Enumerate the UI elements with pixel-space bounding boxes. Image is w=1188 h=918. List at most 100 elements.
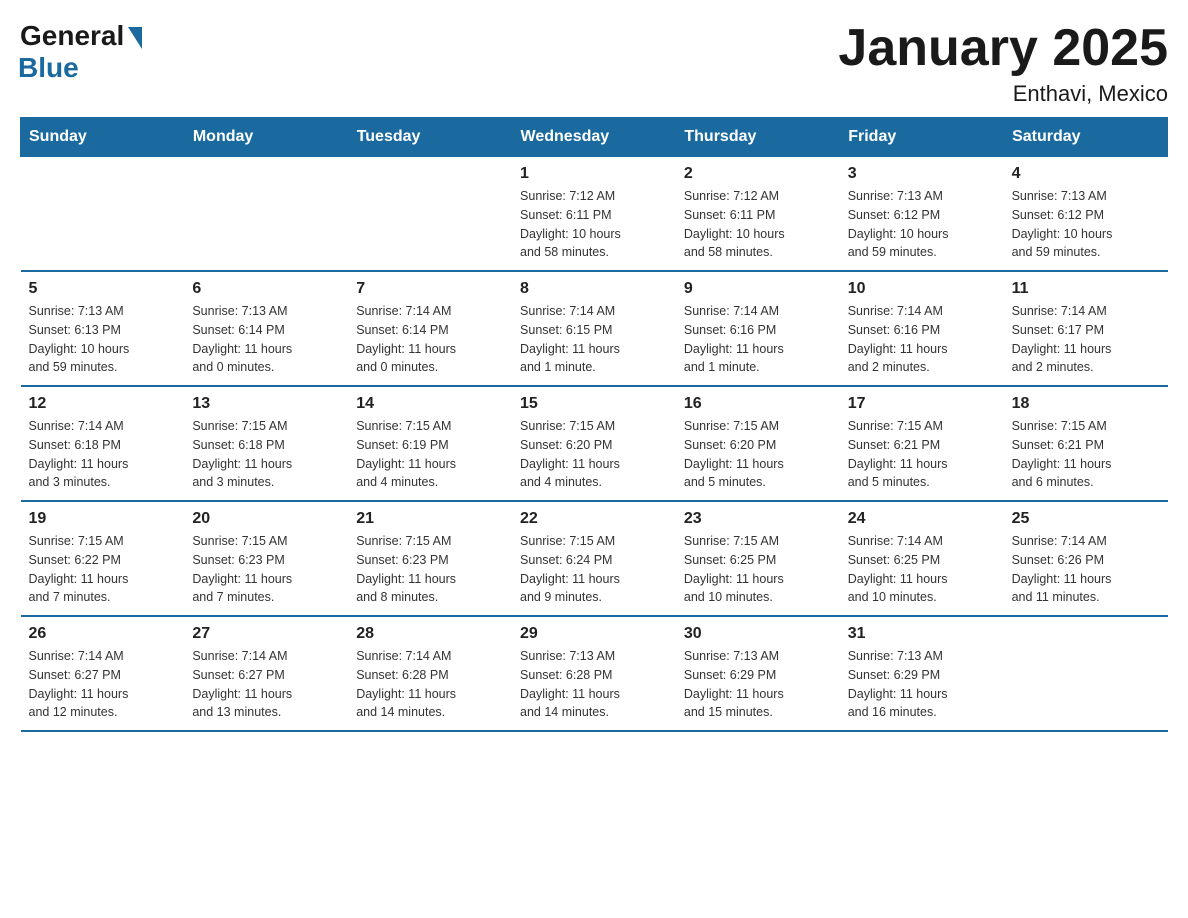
day-info: Sunrise: 7:13 AMSunset: 6:14 PMDaylight:… bbox=[192, 302, 340, 377]
calendar-cell: 15Sunrise: 7:15 AMSunset: 6:20 PMDayligh… bbox=[512, 386, 676, 501]
day-info: Sunrise: 7:13 AMSunset: 6:12 PMDaylight:… bbox=[848, 187, 996, 262]
day-number: 20 bbox=[192, 510, 340, 528]
calendar-cell: 20 Sunrise: 7:15 AMSunset: 6:23 PMDayligh… bbox=[184, 501, 348, 616]
day-number: 25 bbox=[1012, 510, 1160, 528]
header-row: SundayMondayTuesdayWednesdayThursdayFrid… bbox=[21, 118, 1168, 157]
calendar-cell: 17 Sunrise: 7:15 AMSunset: 6:21 PMDayligh… bbox=[840, 386, 1004, 501]
day-info: Sunrise: 7:14 AMSunset: 6:28 PMDaylight:… bbox=[356, 647, 504, 722]
calendar-header: SundayMondayTuesdayWednesdayThursdayFrid… bbox=[21, 118, 1168, 157]
calendar-table: SundayMondayTuesdayWednesdayThursdayFrid… bbox=[20, 117, 1168, 732]
day-number: 2 bbox=[684, 165, 832, 183]
calendar-cell: 7 Sunrise: 7:14 AMSunset: 6:14 PMDaylight… bbox=[348, 271, 512, 386]
logo: General Blue bbox=[20, 20, 142, 84]
calendar-cell: 3Sunrise: 7:13 AMSunset: 6:12 PMDaylight… bbox=[840, 157, 1004, 272]
day-info: Sunrise: 7:15 AMSunset: 6:21 PMDaylight:… bbox=[1012, 417, 1160, 492]
day-info: Sunrise: 7:13 AMSunset: 6:12 PMDaylight:… bbox=[1012, 187, 1160, 262]
calendar-cell: 12 Sunrise: 7:14 AMSunset: 6:18 PMDayligh… bbox=[21, 386, 185, 501]
week-row-5: 26 Sunrise: 7:14 AMSunset: 6:27 PMDayligh… bbox=[21, 616, 1168, 731]
day-info: Sunrise: 7:15 AMSunset: 6:24 PMDaylight:… bbox=[520, 532, 668, 607]
day-info: Sunrise: 7:12 AMSunset: 6:11 PMDaylight:… bbox=[520, 187, 668, 262]
day-number: 8 bbox=[520, 280, 668, 298]
calendar-cell: 8Sunrise: 7:14 AMSunset: 6:15 PMDaylight… bbox=[512, 271, 676, 386]
calendar-cell bbox=[348, 157, 512, 272]
day-info: Sunrise: 7:15 AMSunset: 6:23 PMDaylight:… bbox=[192, 532, 340, 607]
day-info: Sunrise: 7:15 AMSunset: 6:22 PMDaylight:… bbox=[29, 532, 177, 607]
day-info: Sunrise: 7:15 AMSunset: 6:20 PMDaylight:… bbox=[520, 417, 668, 492]
day-number: 21 bbox=[356, 510, 504, 528]
calendar-cell: 25 Sunrise: 7:14 AMSunset: 6:26 PMDayligh… bbox=[1004, 501, 1168, 616]
week-row-2: 5Sunrise: 7:13 AMSunset: 6:13 PMDaylight… bbox=[21, 271, 1168, 386]
header-day-thursday: Thursday bbox=[676, 118, 840, 157]
day-info: Sunrise: 7:14 AMSunset: 6:14 PMDaylight:… bbox=[356, 302, 504, 377]
day-info: Sunrise: 7:14 AMSunset: 6:18 PMDaylight:… bbox=[29, 417, 177, 492]
day-number: 5 bbox=[29, 280, 177, 298]
day-number: 28 bbox=[356, 625, 504, 643]
logo-general-text: General bbox=[20, 20, 124, 52]
day-info: Sunrise: 7:13 AMSunset: 6:29 PMDaylight:… bbox=[684, 647, 832, 722]
header-day-monday: Monday bbox=[184, 118, 348, 157]
day-number: 31 bbox=[848, 625, 996, 643]
day-number: 16 bbox=[684, 395, 832, 413]
title-block: January 2025 Enthavi, Mexico bbox=[838, 20, 1168, 107]
calendar-cell: 21 Sunrise: 7:15 AMSunset: 6:23 PMDayligh… bbox=[348, 501, 512, 616]
day-info: Sunrise: 7:14 AMSunset: 6:25 PMDaylight:… bbox=[848, 532, 996, 607]
day-number: 14 bbox=[356, 395, 504, 413]
day-info: Sunrise: 7:13 AMSunset: 6:29 PMDaylight:… bbox=[848, 647, 996, 722]
calendar-cell: 30 Sunrise: 7:13 AMSunset: 6:29 PMDayligh… bbox=[676, 616, 840, 731]
calendar-cell: 28 Sunrise: 7:14 AMSunset: 6:28 PMDayligh… bbox=[348, 616, 512, 731]
day-number: 17 bbox=[848, 395, 996, 413]
calendar-cell: 31 Sunrise: 7:13 AMSunset: 6:29 PMDayligh… bbox=[840, 616, 1004, 731]
page-header: General Blue January 2025 Enthavi, Mexic… bbox=[20, 20, 1168, 107]
week-row-4: 19 Sunrise: 7:15 AMSunset: 6:22 PMDayligh… bbox=[21, 501, 1168, 616]
day-info: Sunrise: 7:15 AMSunset: 6:25 PMDaylight:… bbox=[684, 532, 832, 607]
calendar-cell: 19 Sunrise: 7:15 AMSunset: 6:22 PMDayligh… bbox=[21, 501, 185, 616]
day-info: Sunrise: 7:13 AMSunset: 6:28 PMDaylight:… bbox=[520, 647, 668, 722]
calendar-cell: 18 Sunrise: 7:15 AMSunset: 6:21 PMDayligh… bbox=[1004, 386, 1168, 501]
day-number: 13 bbox=[192, 395, 340, 413]
week-row-1: 1 Sunrise: 7:12 AMSunset: 6:11 PMDaylight… bbox=[21, 157, 1168, 272]
calendar-cell bbox=[184, 157, 348, 272]
calendar-body: 1 Sunrise: 7:12 AMSunset: 6:11 PMDaylight… bbox=[21, 157, 1168, 732]
logo-blue-text: Blue bbox=[18, 52, 79, 84]
day-info: Sunrise: 7:14 AMSunset: 6:16 PMDaylight:… bbox=[848, 302, 996, 377]
calendar-cell: 5Sunrise: 7:13 AMSunset: 6:13 PMDaylight… bbox=[21, 271, 185, 386]
header-day-sunday: Sunday bbox=[21, 118, 185, 157]
day-info: Sunrise: 7:15 AMSunset: 6:21 PMDaylight:… bbox=[848, 417, 996, 492]
day-info: Sunrise: 7:14 AMSunset: 6:17 PMDaylight:… bbox=[1012, 302, 1160, 377]
day-number: 19 bbox=[29, 510, 177, 528]
calendar-cell: 16Sunrise: 7:15 AMSunset: 6:20 PMDayligh… bbox=[676, 386, 840, 501]
calendar-cell: 10Sunrise: 7:14 AMSunset: 6:16 PMDayligh… bbox=[840, 271, 1004, 386]
day-number: 11 bbox=[1012, 280, 1160, 298]
calendar-cell: 26 Sunrise: 7:14 AMSunset: 6:27 PMDayligh… bbox=[21, 616, 185, 731]
calendar-cell: 11 Sunrise: 7:14 AMSunset: 6:17 PMDayligh… bbox=[1004, 271, 1168, 386]
day-info: Sunrise: 7:14 AMSunset: 6:27 PMDaylight:… bbox=[192, 647, 340, 722]
day-number: 23 bbox=[684, 510, 832, 528]
day-number: 6 bbox=[192, 280, 340, 298]
day-info: Sunrise: 7:15 AMSunset: 6:23 PMDaylight:… bbox=[356, 532, 504, 607]
day-info: Sunrise: 7:14 AMSunset: 6:27 PMDaylight:… bbox=[29, 647, 177, 722]
calendar-cell: 23 Sunrise: 7:15 AMSunset: 6:25 PMDayligh… bbox=[676, 501, 840, 616]
day-info: Sunrise: 7:14 AMSunset: 6:26 PMDaylight:… bbox=[1012, 532, 1160, 607]
day-number: 9 bbox=[684, 280, 832, 298]
calendar-location: Enthavi, Mexico bbox=[838, 81, 1168, 107]
calendar-cell: 4 Sunrise: 7:13 AMSunset: 6:12 PMDaylight… bbox=[1004, 157, 1168, 272]
day-number: 1 bbox=[520, 165, 668, 183]
calendar-cell bbox=[1004, 616, 1168, 731]
day-number: 18 bbox=[1012, 395, 1160, 413]
day-number: 12 bbox=[29, 395, 177, 413]
week-row-3: 12 Sunrise: 7:14 AMSunset: 6:18 PMDayligh… bbox=[21, 386, 1168, 501]
day-info: Sunrise: 7:15 AMSunset: 6:19 PMDaylight:… bbox=[356, 417, 504, 492]
day-number: 4 bbox=[1012, 165, 1160, 183]
day-number: 7 bbox=[356, 280, 504, 298]
calendar-cell: 9 Sunrise: 7:14 AMSunset: 6:16 PMDaylight… bbox=[676, 271, 840, 386]
day-info: Sunrise: 7:15 AMSunset: 6:18 PMDaylight:… bbox=[192, 417, 340, 492]
day-number: 27 bbox=[192, 625, 340, 643]
day-number: 22 bbox=[520, 510, 668, 528]
day-info: Sunrise: 7:14 AMSunset: 6:16 PMDaylight:… bbox=[684, 302, 832, 377]
day-info: Sunrise: 7:12 AMSunset: 6:11 PMDaylight:… bbox=[684, 187, 832, 262]
logo-arrow-icon bbox=[128, 27, 142, 49]
day-number: 26 bbox=[29, 625, 177, 643]
day-number: 30 bbox=[684, 625, 832, 643]
calendar-cell: 27 Sunrise: 7:14 AMSunset: 6:27 PMDayligh… bbox=[184, 616, 348, 731]
calendar-cell: 1 Sunrise: 7:12 AMSunset: 6:11 PMDaylight… bbox=[512, 157, 676, 272]
